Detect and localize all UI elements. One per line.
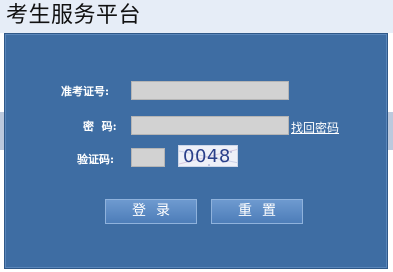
captcha-image[interactable]: 0048 [178,145,238,167]
password-input[interactable] [131,116,289,135]
captcha-input[interactable] [131,148,165,167]
login-page: 考生服务平台 准考证号: 密 码: 找回密码 验证码: 0048 登录 重置 [0,0,393,272]
login-button[interactable]: 登录 [105,199,197,224]
exam-id-label: 准考证号: [61,85,110,98]
forgot-password-link[interactable]: 找回密码 [291,119,339,136]
page-title: 考生服务平台 [6,3,142,28]
password-label: 密 码: [83,120,117,133]
exam-id-input[interactable] [131,81,289,100]
login-panel: 准考证号: 密 码: 找回密码 验证码: 0048 登录 重置 [4,33,388,269]
captcha-label: 验证码: [77,153,115,166]
reset-button[interactable]: 重置 [211,199,303,224]
captcha-text: 0048 [183,146,231,167]
